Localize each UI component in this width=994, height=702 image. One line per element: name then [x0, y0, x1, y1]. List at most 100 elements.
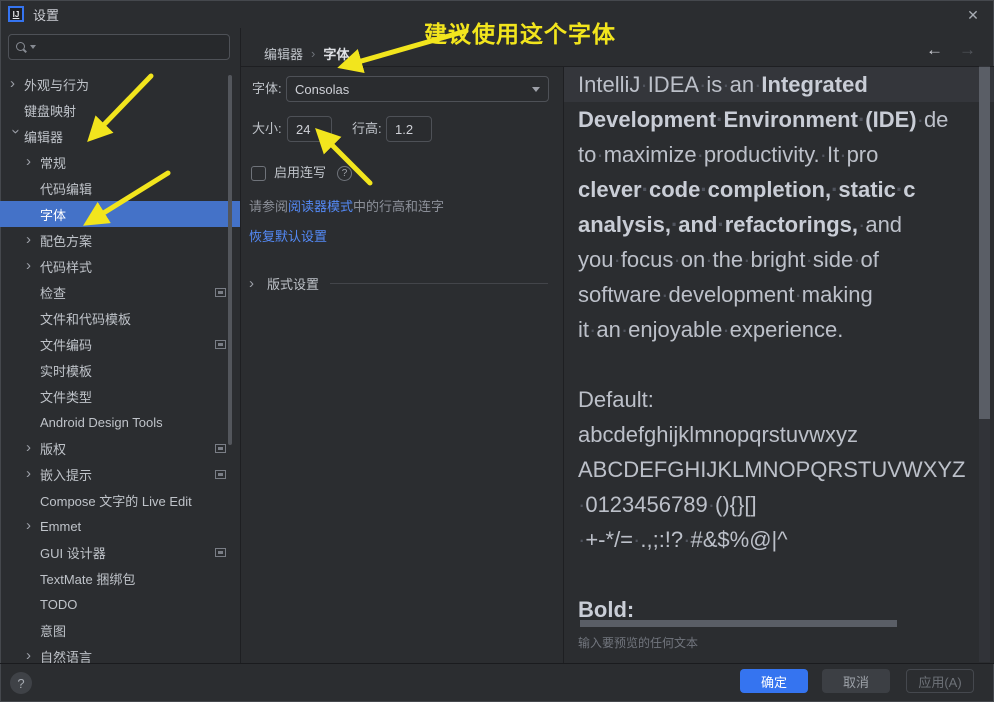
- line-height-value: 1.2: [395, 122, 413, 137]
- chevron-right-icon[interactable]: ›: [10, 77, 24, 91]
- preview-vertical-scrollbar[interactable]: [979, 67, 990, 419]
- whitespace-dot: ·: [716, 107, 723, 132]
- sidebar-item[interactable]: ›自然语言: [0, 643, 240, 663]
- close-icon[interactable]: ✕: [962, 4, 984, 26]
- whitespace-dot: ·: [673, 247, 680, 272]
- sidebar-item[interactable]: 代码编辑: [0, 175, 240, 201]
- help-button[interactable]: ?: [10, 672, 32, 694]
- typography-section-toggle[interactable]: › 版式设置: [249, 274, 319, 293]
- sidebar-item[interactable]: TODO: [0, 591, 240, 617]
- sidebar-item[interactable]: ›常规: [0, 149, 240, 175]
- sidebar-item-label: 代码样式: [40, 257, 92, 276]
- whitespace-dot: ·: [578, 527, 585, 552]
- preview-line: ·+-*/=·.,;:!?·#&$%@|^: [564, 522, 994, 557]
- sidebar-item-label: 编辑器: [24, 127, 63, 146]
- whitespace-dot: ·: [700, 177, 707, 202]
- chevron-right-icon[interactable]: ›: [26, 155, 40, 169]
- sidebar-item-label: 代码编辑: [40, 179, 92, 198]
- whitespace-dot: ·: [708, 492, 715, 517]
- line-height-input[interactable]: 1.2: [386, 116, 432, 142]
- breadcrumb-font: 字体: [323, 44, 349, 63]
- ok-button[interactable]: 确定: [740, 669, 808, 693]
- font-size-input[interactable]: 24: [287, 116, 332, 142]
- preview-line: analysis,·and·refactorings,·and: [564, 207, 994, 242]
- whitespace-dot: ·: [578, 492, 585, 517]
- chevron-right-icon[interactable]: ›: [26, 519, 40, 533]
- sidebar-item[interactable]: 意图: [0, 617, 240, 643]
- whitespace-dot: ·: [794, 282, 801, 307]
- preview-hint: 输入要预览的任何文本: [578, 634, 698, 651]
- chevron-down-icon[interactable]: ›: [9, 129, 23, 143]
- sidebar-item[interactable]: 实时模板: [0, 357, 240, 383]
- sidebar-item-label: 文件类型: [40, 387, 92, 406]
- preview-line: ·0123456789·(){}[]: [564, 487, 994, 522]
- chevron-right-icon[interactable]: ›: [26, 649, 40, 663]
- sidebar-item[interactable]: GUI 设计器: [0, 539, 240, 565]
- sidebar-item-label: 检查: [40, 283, 66, 302]
- sidebar-item[interactable]: ›外观与行为: [0, 71, 240, 97]
- preview-line: IntelliJ·IDEA·is·an·Integrated: [564, 67, 994, 102]
- forward-arrow-icon: →: [959, 40, 976, 60]
- chevron-right-icon[interactable]: ›: [26, 441, 40, 455]
- whitespace-dot: ·: [858, 212, 865, 237]
- sidebar-item[interactable]: 文件类型: [0, 383, 240, 409]
- intellij-logo-icon: IJ: [8, 6, 24, 22]
- editor-frame-icon: [215, 548, 226, 557]
- search-input[interactable]: [42, 39, 222, 56]
- ligatures-checkbox[interactable]: [251, 166, 266, 181]
- help-question-icon[interactable]: ?: [337, 166, 352, 181]
- whitespace-dot: ·: [671, 212, 678, 237]
- sidebar-item-label: 字体: [40, 205, 66, 224]
- whitespace-dot: ·: [633, 527, 640, 552]
- sidebar-item-label: 意图: [40, 621, 66, 640]
- history-nav: ← →: [926, 40, 976, 60]
- sidebar-item[interactable]: 文件编码: [0, 331, 240, 357]
- sidebar-item[interactable]: 字体: [0, 201, 240, 227]
- typography-label: 版式设置: [267, 274, 319, 293]
- whitespace-dot: ·: [640, 72, 647, 97]
- chevron-right-icon[interactable]: ›: [26, 467, 40, 481]
- sidebar-item[interactable]: TextMate 捆绑包: [0, 565, 240, 591]
- editor-frame-icon: [215, 470, 226, 479]
- sidebar-item[interactable]: ›代码样式: [0, 253, 240, 279]
- sidebar-item[interactable]: 文件和代码模板: [0, 305, 240, 331]
- note-prefix: 请参阅: [249, 199, 288, 214]
- back-arrow-icon[interactable]: ←: [926, 40, 943, 60]
- settings-window: IJ 设置 ✕ ›外观与行为键盘映射›编辑器›常规代码编辑字体›配色方案›代码样…: [0, 0, 994, 702]
- preview-horizontal-scrollbar[interactable]: [580, 620, 897, 627]
- sidebar-item-label: Emmet: [40, 519, 81, 534]
- chevron-right-icon[interactable]: ›: [26, 259, 40, 273]
- sidebar-item-label: GUI 设计器: [40, 543, 106, 562]
- sidebar-item-label: Compose 文字的 Live Edit: [40, 491, 192, 510]
- sidebar-scrollbar[interactable]: [228, 75, 232, 445]
- whitespace-dot: ·: [697, 142, 704, 167]
- chevron-right-icon[interactable]: ›: [26, 233, 40, 247]
- font-label: 字体:: [252, 76, 282, 102]
- title-bar: IJ 设置 ✕: [0, 0, 994, 28]
- sidebar-item-label: 实时模板: [40, 361, 92, 380]
- sidebar-item[interactable]: ›嵌入提示: [0, 461, 240, 487]
- sidebar-item[interactable]: 键盘映射: [0, 97, 240, 123]
- cancel-button[interactable]: 取消: [822, 669, 890, 693]
- sidebar-item[interactable]: ›配色方案: [0, 227, 240, 253]
- reader-mode-link[interactable]: 阅读器模式: [288, 199, 353, 214]
- sidebar-item[interactable]: ›版权: [0, 435, 240, 461]
- sidebar-item[interactable]: 检查: [0, 279, 240, 305]
- whitespace-dot: ·: [722, 317, 729, 342]
- sidebar-item[interactable]: ›Emmet: [0, 513, 240, 539]
- sidebar-item[interactable]: ›编辑器: [0, 123, 240, 149]
- font-preview-editor[interactable]: IntelliJ·IDEA·is·an·IntegratedDevelopmen…: [564, 67, 994, 663]
- search-box[interactable]: [8, 34, 230, 60]
- search-options-caret-icon[interactable]: [30, 45, 36, 49]
- restore-defaults-link[interactable]: 恢复默认设置: [249, 226, 327, 245]
- sidebar-item[interactable]: Android Design Tools: [0, 409, 240, 435]
- whitespace-dot: ·: [896, 177, 903, 202]
- editor-frame-icon: [215, 444, 226, 453]
- preview-line: [564, 347, 994, 382]
- preview-line: clever·code·completion,·static·c: [564, 172, 994, 207]
- font-family-select[interactable]: Consolas: [286, 76, 549, 102]
- sidebar-item-label: 自然语言: [40, 647, 92, 664]
- sidebar-item[interactable]: Compose 文字的 Live Edit: [0, 487, 240, 513]
- breadcrumb-editor[interactable]: 编辑器: [264, 44, 303, 63]
- preview-line: ABCDEFGHIJKLMNOPQRSTUVWXYZ: [564, 452, 994, 487]
